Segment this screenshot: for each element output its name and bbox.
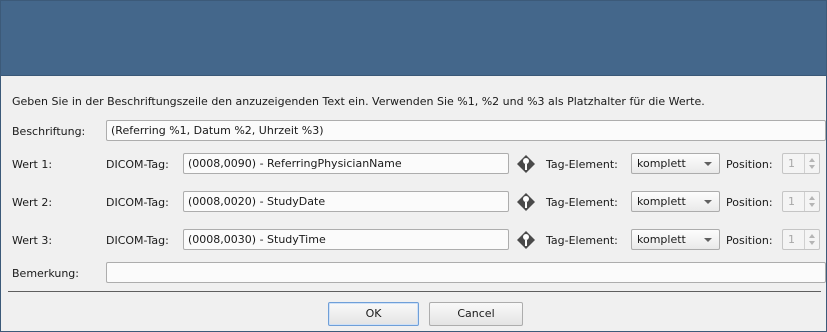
value-1-element-label: Tag-Element:	[546, 158, 618, 171]
spinner-buttons[interactable]	[804, 154, 819, 173]
chevron-down-icon	[704, 238, 712, 242]
spin-up-icon[interactable]	[809, 158, 815, 162]
chevron-down-icon	[704, 200, 712, 204]
value-3-position-label: Position:	[726, 234, 773, 247]
value-3-element-label: Tag-Element:	[546, 234, 618, 247]
value-1-element-value: komplett	[637, 157, 686, 170]
value-2-position-value: 1	[788, 195, 795, 208]
value-2-position-label: Position:	[726, 196, 773, 209]
remark-label: Bemerkung:	[12, 267, 79, 280]
spin-up-icon[interactable]	[809, 234, 815, 238]
spin-down-icon[interactable]	[809, 203, 815, 207]
footer-divider	[8, 291, 821, 292]
chevron-down-icon	[704, 162, 712, 166]
ok-button[interactable]: OK	[328, 302, 419, 326]
value-2-element-value: komplett	[637, 195, 686, 208]
value-1-position-value: 1	[788, 157, 795, 170]
caption-label: Beschriftung:	[12, 125, 86, 138]
tag-picker-icon[interactable]	[515, 153, 537, 175]
spinner-buttons[interactable]	[804, 192, 819, 211]
value-1-position-label: Position:	[726, 158, 773, 171]
value-3-dicom-label: DICOM-Tag:	[106, 234, 169, 247]
value-1-position-spinner[interactable]: 1	[782, 153, 820, 174]
value-2-dicom-label: DICOM-Tag:	[106, 196, 169, 209]
spin-up-icon[interactable]	[809, 196, 815, 200]
value-3-label: Wert 3:	[12, 234, 53, 247]
instruction-text: Geben Sie in der Beschriftungszeile den …	[12, 95, 705, 108]
value-1-dicom-label: DICOM-Tag:	[106, 158, 169, 171]
value-3-position-value: 1	[788, 233, 795, 246]
value-1-dicom-tag-field[interactable]: (0008,0090) - ReferringPhysicianName	[183, 153, 509, 174]
value-2-position-spinner[interactable]: 1	[782, 191, 820, 212]
caption-input[interactable]: (Referring %1, Datum %2, Uhrzeit %3)	[106, 120, 826, 141]
spinner-buttons[interactable]	[804, 230, 819, 249]
remark-input[interactable]	[106, 262, 826, 283]
value-2-dicom-tag-field[interactable]: (0008,0020) - StudyDate	[183, 191, 509, 212]
tag-picker-icon[interactable]	[515, 191, 537, 213]
value-3-dicom-tag-field[interactable]: (0008,0030) - StudyTime	[183, 229, 509, 250]
value-1-label: Wert 1:	[12, 158, 53, 171]
value-2-element-select[interactable]: komplett	[631, 191, 720, 212]
value-2-element-label: Tag-Element:	[546, 196, 618, 209]
cancel-button[interactable]: Cancel	[429, 302, 523, 326]
spin-down-icon[interactable]	[809, 241, 815, 245]
value-1-element-select[interactable]: komplett	[631, 153, 720, 174]
value-3-position-spinner[interactable]: 1	[782, 229, 820, 250]
dialog-window: Geben Sie in der Beschriftungszeile den …	[0, 0, 827, 332]
value-2-label: Wert 2:	[12, 196, 53, 209]
spin-down-icon[interactable]	[809, 165, 815, 169]
title-bar[interactable]	[1, 1, 826, 76]
value-3-element-value: komplett	[637, 233, 686, 246]
value-3-element-select[interactable]: komplett	[631, 229, 720, 250]
tag-picker-icon[interactable]	[515, 229, 537, 251]
